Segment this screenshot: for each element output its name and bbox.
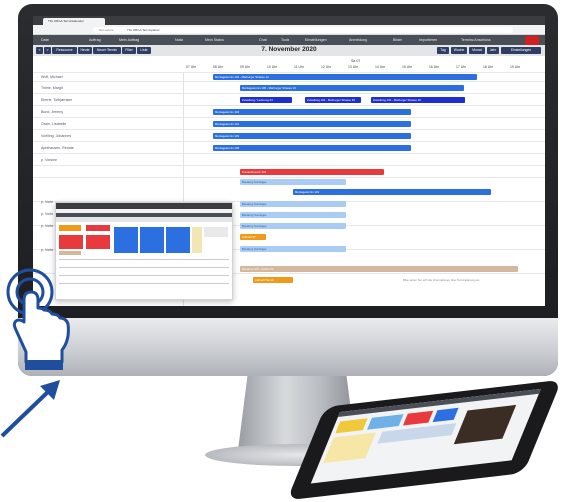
resource-row-label[interactable]: Aphthausen, Renate [41,146,74,150]
calendar-date-title: 7. November 2020 [261,46,317,53]
hour-label: 19 Uhr [510,65,521,69]
menu-item[interactable]: Datei [41,38,49,42]
appointment-bar[interactable]: Beratung Sonstiges [240,201,346,207]
appointment-bar[interactable]: Montagetermin 101 [213,121,411,127]
menu-item[interactable]: Mein Auftrag [119,38,139,42]
hour-label: 17 Uhr [456,65,467,69]
url-text: TIG ORGA Terminplaner [127,28,160,32]
browser-tab[interactable]: TIG ORGA Terminkalender [43,18,105,25]
today-button[interactable]: Heute [78,47,92,54]
hand-pointer-icon [6,268,70,370]
resource-row-label[interactable]: Wolf, Michael [41,75,63,79]
appointment-bar[interactable]: Zustellung 104 - Marburger Strasse 30 [305,97,361,103]
day-view-button[interactable]: Tag [437,47,449,54]
appointment-bar[interactable]: Montagetermin 105 [213,145,411,151]
hour-label: 18 Uhr [483,65,494,69]
next-button[interactable]: > [44,47,51,54]
menu-item[interactable]: Auftrag [89,38,101,42]
resource-row-label[interactable]: Eberle, Torbjørnsen [41,98,72,102]
hour-label: 07 Uhr [186,65,197,69]
resource-row-label[interactable]: Voelling, Johannes [41,134,71,138]
hour-label: 10 Uhr [267,65,278,69]
browser-tab-bar [33,16,545,25]
resource-row-label[interactable]: p. Vorsine [41,158,57,162]
new-appointment-button[interactable]: Neuer Termin [93,47,121,54]
hour-label: 14 Uhr [375,65,386,69]
appointment-bar[interactable]: Beratung Sonstiges [240,179,346,185]
prev-button[interactable]: < [36,47,43,54]
settings-button[interactable]: Einstellungen [501,47,541,54]
menu-item[interactable]: Terminv.Anschluss [461,38,491,42]
year-view-button[interactable]: Jahr [487,47,499,54]
menu-item[interactable]: Chat [259,38,267,42]
resource-row-label[interactable]: p. Vorkr [41,200,53,204]
hour-label: 13 Uhr [348,65,359,69]
day-column-header: Sa 07 [351,59,361,63]
menu-item[interactable]: Anmeldung [349,38,367,42]
appointment-bar[interactable]: Aufmaß 07 [240,234,266,240]
appointment-bar[interactable]: Montagetermin 105 - Marburger Strasse 14 [240,85,464,91]
menu-item[interactable]: Notiz [175,38,183,42]
monitor-chin [18,318,558,376]
appointment-bar[interactable]: Zustellung / Lieferung 03 [240,97,292,103]
appointment-bar[interactable]: Beratung 104 - Gebiet 03 [240,266,518,272]
appointment-bar[interactable]: Aufmaß Termin [253,277,293,283]
appointment-bar[interactable]: Zustellung 104 - Marburger Strasse 30 [371,97,465,103]
hour-label: 15 Uhr [402,65,413,69]
menu-item[interactable]: Einstellungen [305,38,327,42]
close-icon[interactable] [525,36,539,45]
appointment-bar[interactable]: Montagetermin 101 [293,189,491,195]
resource-row-label[interactable]: p. Vorkr [41,224,53,228]
resource-row-label[interactable]: Oram, Lisabelle [41,122,66,126]
appointment-bar[interactable]: Beratung Sonstiges [240,212,346,218]
hour-label: 16 Uhr [429,65,440,69]
resource-row-label[interactable]: p. Vorkr [41,248,53,252]
hour-label: 11 Uhr [294,65,304,69]
url-field[interactable]: Not secure TIG ORGA Terminplaner [93,27,513,33]
appointment-bar[interactable]: Beratung Sonstiges [240,223,346,229]
list-button[interactable]: Liste [137,47,151,54]
resource-row-label[interactable]: p. Vorkr [41,212,53,216]
appointment-bar[interactable]: Montagetermin 104 [213,109,411,115]
hour-label: 12 Uhr [321,65,332,69]
url-security-label: Not secure [99,28,114,32]
appointment-bar[interactable]: Montagetermin 103 [213,133,411,139]
resource-row-label[interactable]: Bund, Jeremy [41,110,63,114]
menu-item[interactable]: Bilder [393,38,402,42]
hour-label: 09 Uhr [240,65,251,69]
browser-tab-label: TIG ORGA Terminkalender [48,19,84,23]
appointment-bar[interactable]: Beratung Sonstiges [240,246,346,252]
appointment-bar[interactable]: Kundenbesuch 104 [240,169,384,175]
menu-item[interactable]: Mein Status [205,38,224,42]
menu-item[interactable]: Tools [281,38,289,42]
hour-label: 08 Uhr [213,65,224,69]
month-view-button[interactable]: Monat [469,47,485,54]
week-view-button[interactable]: Woche [451,47,467,54]
resource-row-label[interactable]: Thiele, Margit [41,86,63,90]
menu-item[interactable]: Importieren [419,38,437,42]
filter-button[interactable]: Filter [122,47,136,54]
appointment-bar[interactable]: Montagetermin 102 - Marburger Strasse 12 [213,74,477,80]
footer-note: Bitte sehen Sie sich die Informationen ü… [403,278,481,282]
resource-button[interactable]: Ressource [52,47,77,54]
arrow-icon [0,380,60,438]
